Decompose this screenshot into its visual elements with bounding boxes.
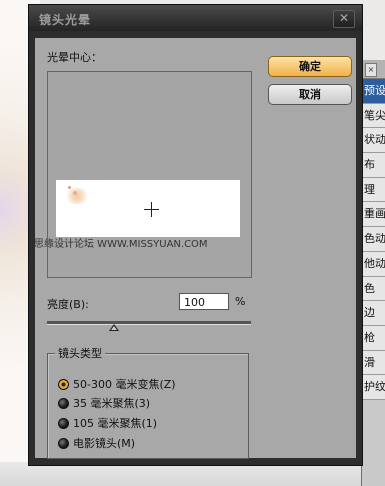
- ok-button[interactable]: 确定: [268, 56, 352, 77]
- dialog-titlebar[interactable]: 镜头光晕 ✕: [29, 5, 362, 31]
- brush-panel-row[interactable]: 护纹: [362, 375, 385, 400]
- brush-panel-row[interactable]: 枪: [362, 325, 385, 351]
- lens-option-50-300[interactable]: 50-300 毫米变焦(Z): [58, 376, 176, 392]
- lens-option-label: 电影镜头(M): [73, 437, 136, 450]
- flare-center-label: 光晕中心：: [47, 51, 102, 64]
- radio-button[interactable]: [58, 417, 69, 429]
- lens-option-35[interactable]: 35 毫米聚焦(3): [58, 395, 150, 411]
- panel-close-icon[interactable]: ×: [365, 63, 377, 77]
- brush-panel-row[interactable]: 色: [362, 276, 385, 302]
- lens-option-105[interactable]: 105 毫米聚焦(1): [58, 415, 157, 431]
- watermark-text: 思缘设计论坛 WWW.MISSYUAN.COM: [34, 239, 208, 250]
- lens-option-label: 35 毫米聚焦(3): [73, 397, 151, 410]
- brush-panel-row[interactable]: 他动: [362, 251, 385, 277]
- brightness-slider-thumb[interactable]: [109, 324, 120, 331]
- lens-option-movie[interactable]: 电影镜头(M): [58, 435, 135, 451]
- brush-panel: × 预设 笔尖 状动 布 理 重画 色动 他动 色 边 枪 滑 护纹: [361, 60, 385, 486]
- crosshair-icon: [151, 202, 152, 217]
- brightness-slider[interactable]: [47, 321, 251, 325]
- brush-panel-row[interactable]: 边: [362, 301, 385, 326]
- flare-spot-icon: [73, 191, 77, 195]
- brightness-label: 亮度(B):: [47, 298, 89, 311]
- brush-panel-tabbar: ×: [362, 60, 385, 79]
- brush-panel-row[interactable]: 状动: [362, 128, 385, 154]
- brush-panel-row[interactable]: 预设: [362, 79, 385, 104]
- cancel-button[interactable]: 取消: [268, 84, 352, 105]
- brush-panel-row[interactable]: 重画: [362, 202, 385, 228]
- brush-panel-row[interactable]: 色动: [362, 227, 385, 252]
- brush-panel-row[interactable]: 滑: [362, 350, 385, 376]
- preview-image[interactable]: [56, 180, 240, 237]
- lens-option-label: 105 毫米聚焦(1): [73, 417, 158, 430]
- lens-type-legend: 镜头类型: [55, 345, 105, 361]
- dialog-title: 镜头光晕: [39, 13, 92, 27]
- flare-spot-icon: [68, 186, 71, 189]
- brightness-input[interactable]: 100: [179, 293, 229, 310]
- close-icon[interactable]: ✕: [333, 10, 355, 28]
- brush-panel-row[interactable]: 布: [362, 153, 385, 178]
- radio-button[interactable]: [58, 378, 69, 390]
- flare-glow-icon: [65, 188, 89, 204]
- radio-button[interactable]: [58, 397, 69, 409]
- brush-panel-row[interactable]: 笔尖: [362, 103, 385, 129]
- brush-panel-row[interactable]: 理: [362, 177, 385, 203]
- radio-button[interactable]: [58, 437, 69, 449]
- lens-option-label: 50-300 毫米变焦(Z): [73, 378, 176, 391]
- brightness-unit: %: [235, 295, 246, 308]
